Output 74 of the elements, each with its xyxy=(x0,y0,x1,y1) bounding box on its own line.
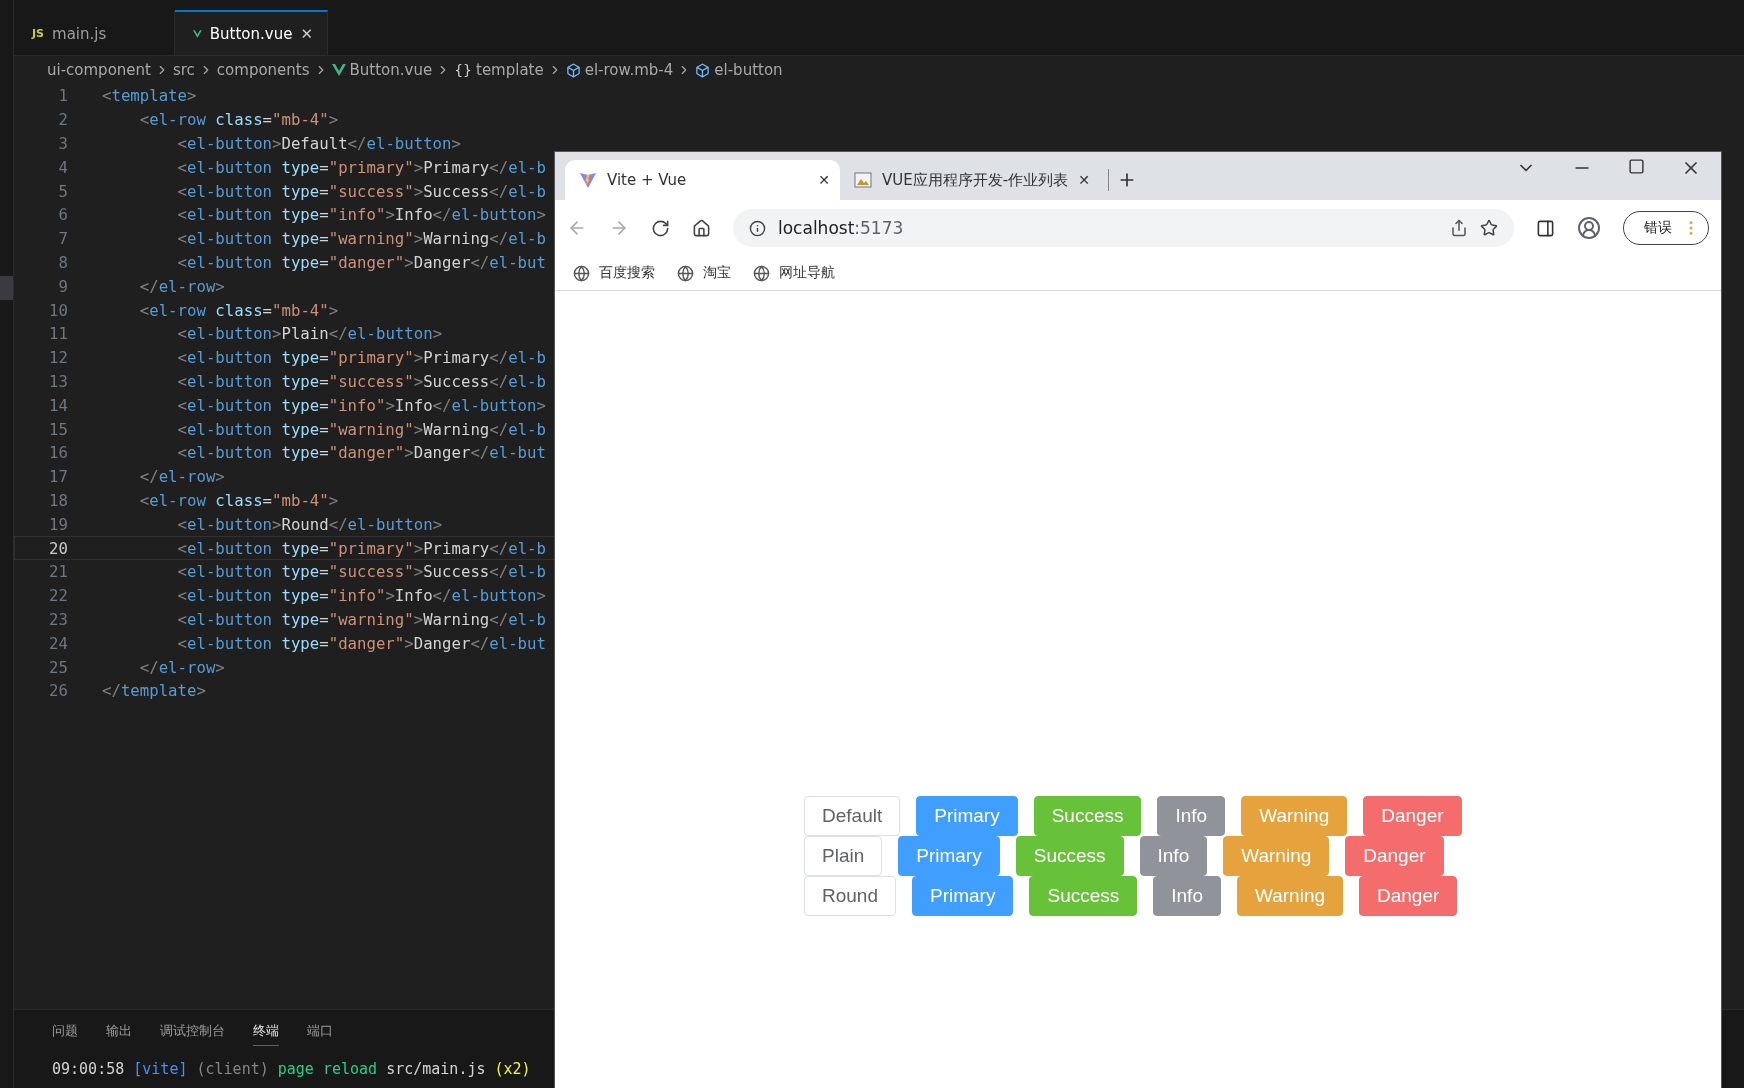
profile-icon[interactable] xyxy=(1577,216,1601,240)
globe-icon xyxy=(573,264,590,282)
side-panel-icon[interactable] xyxy=(1536,218,1555,238)
code-line: 16 <el-button type="danger">Danger</el-but xyxy=(48,442,547,465)
code-line: 20 <el-button type="primary">Primary</el-b xyxy=(14,536,556,560)
code-line: 17 </el-row> xyxy=(48,466,226,489)
code-line: 2 <el-row class="mb-4"> xyxy=(57,109,340,132)
demo-button[interactable]: Round xyxy=(804,876,896,916)
code-line: 8 <el-button type="danger">Danger</el-but xyxy=(57,251,547,274)
code-line: 5 <el-button type="success">Success</el-b xyxy=(57,180,547,203)
code-line: 12 <el-button type="primary">Primary</el-b xyxy=(48,347,547,370)
close-icon[interactable]: ✕ xyxy=(1078,172,1090,188)
globe-icon xyxy=(753,264,770,282)
code-line: 19 <el-button>Round</el-button> xyxy=(48,513,444,536)
code-line: 10 <el-row class="mb-4"> xyxy=(48,299,340,322)
code-line: 9 </el-row> xyxy=(57,275,226,298)
code-line: 14 <el-button type="info">Info</el-button> xyxy=(48,394,547,417)
panel-tab[interactable]: 问题 xyxy=(52,1022,78,1046)
panel-tab[interactable]: 端口 xyxy=(307,1022,333,1046)
breadcrumb-item[interactable]: src xyxy=(172,61,195,79)
code-line: 11 <el-button>Plain</el-button> xyxy=(48,323,444,346)
panel-tab[interactable]: 输出 xyxy=(106,1022,132,1046)
cube-icon xyxy=(695,62,711,78)
info-icon[interactable] xyxy=(749,219,766,237)
code-line: 6 <el-button type="info">Info</el-button> xyxy=(57,204,547,227)
code-line: 21 <el-button type="success">Success</el-b xyxy=(48,561,547,584)
browser-tab[interactable]: VUE应用程序开发-作业列表 ✕ xyxy=(840,160,1100,200)
code-line: 3 <el-button>Default</el-button> xyxy=(57,133,462,155)
braces-icon: {} xyxy=(454,62,472,78)
url-text: localhost:5173 xyxy=(778,218,904,238)
bookmark[interactable]: 百度搜索 xyxy=(573,264,655,282)
breadcrumb-item[interactable]: template xyxy=(476,61,544,79)
code-line: 26 </template> xyxy=(48,680,207,703)
bookmark[interactable]: 网址导航 xyxy=(753,264,835,282)
vite-logo-icon xyxy=(579,171,597,189)
star-icon[interactable] xyxy=(1480,219,1498,237)
reload-icon[interactable] xyxy=(651,218,670,238)
vue-logo-icon xyxy=(193,27,202,40)
terminal-line: 09:00:58 [vite] (client) page reload src/main.js (x2) xyxy=(52,1060,532,1078)
breadcrumb-item[interactable]: Button.vue xyxy=(349,61,433,79)
demo-button[interactable]: Default xyxy=(804,796,901,836)
tab-label: Button.vue xyxy=(209,24,293,43)
code-line: 7 <el-button type="warning">Warning</el-b xyxy=(57,228,547,251)
image-icon xyxy=(854,172,872,188)
code-line: 4 <el-button type="primary">Primary</el-b xyxy=(57,156,547,179)
panel-tab[interactable]: 调试控制台 xyxy=(160,1022,225,1046)
code-line: 22 <el-button type="info">Info</el-button> xyxy=(48,585,547,608)
code-line: 15 <el-button type="warning">Warning</el-b xyxy=(48,418,547,441)
code-line: 23 <el-button type="warning">Warning</el-b xyxy=(48,608,547,631)
js-file-icon: JS xyxy=(32,27,44,40)
close-icon[interactable]: ✕ xyxy=(818,172,830,188)
bookmark[interactable]: 淘宝 xyxy=(677,264,731,282)
cube-icon xyxy=(565,62,581,78)
maximize-icon[interactable] xyxy=(1628,158,1645,175)
panel-tab[interactable]: 终端 xyxy=(253,1022,279,1046)
home-icon[interactable] xyxy=(692,218,711,238)
breadcrumb-item[interactable]: el-row.mb-4 xyxy=(584,61,674,79)
breadcrumb-item[interactable]: ui-component xyxy=(47,61,151,79)
address-bar[interactable]: localhost:5173 xyxy=(733,209,1514,247)
globe-icon xyxy=(677,264,694,282)
breadcrumb-item[interactable]: el-button xyxy=(714,61,783,79)
demo-button[interactable]: Plain xyxy=(804,836,883,876)
code-line: 13 <el-button type="success">Success</el-b xyxy=(48,370,547,393)
tab-label: main.js xyxy=(52,24,107,43)
browser-tab[interactable]: Vite + Vue ✕ xyxy=(565,160,840,200)
editor-tab[interactable]: Button.vue ✕ xyxy=(175,10,328,55)
breadcrumb-item[interactable]: components xyxy=(216,61,310,79)
share-icon[interactable] xyxy=(1450,219,1468,237)
code-line: 1 <template> xyxy=(57,85,198,108)
close-icon[interactable]: ✕ xyxy=(300,24,313,43)
code-line: 18 <el-row class="mb-4"> xyxy=(48,489,340,512)
code-line: 25 </el-row> xyxy=(48,656,226,679)
code-line: 24 <el-button type="danger">Danger</el-but xyxy=(48,632,547,655)
vue-logo-icon xyxy=(331,64,346,76)
